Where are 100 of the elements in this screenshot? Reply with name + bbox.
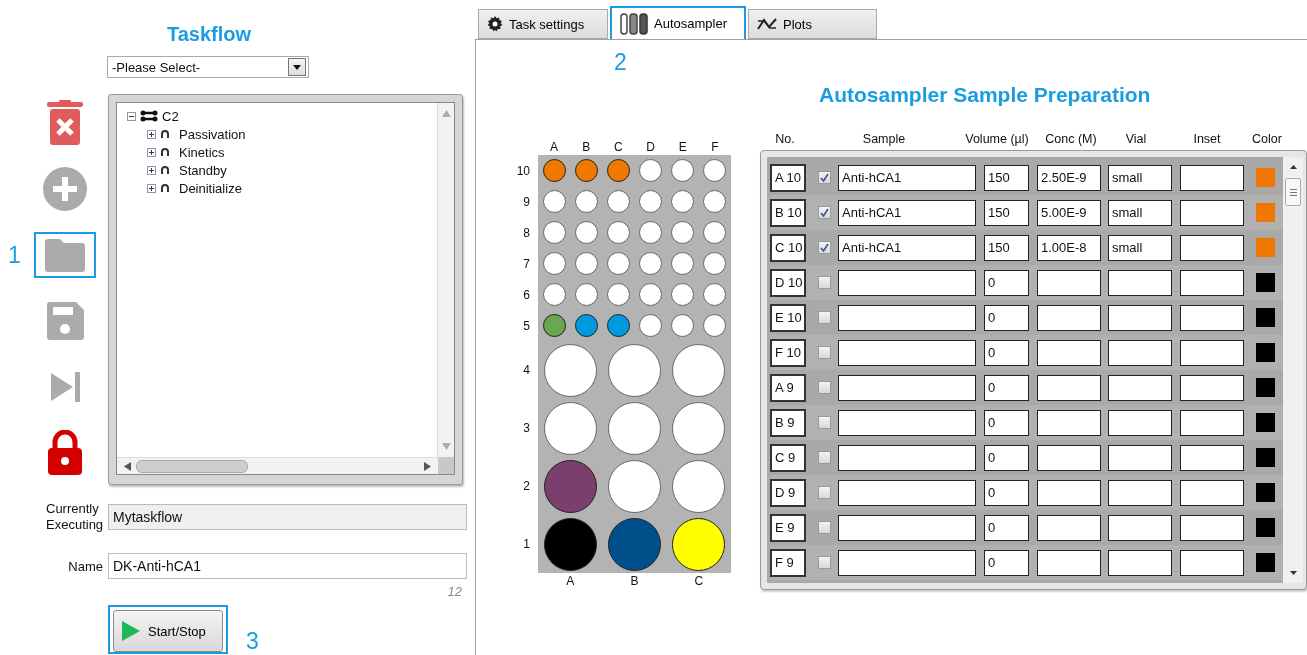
color-swatch[interactable] <box>1256 238 1275 257</box>
input-field[interactable]: 0 <box>984 339 1029 366</box>
scroll-right-icon[interactable] <box>423 461 432 471</box>
input-field[interactable]: 150 <box>984 234 1029 261</box>
well[interactable] <box>542 283 566 306</box>
color-swatch[interactable] <box>1256 168 1275 187</box>
well[interactable] <box>671 314 695 337</box>
well[interactable] <box>606 221 630 244</box>
input-field[interactable]: DK-Anti-hCA1 <box>108 553 467 579</box>
well[interactable] <box>671 283 695 306</box>
checkbox[interactable] <box>818 521 831 534</box>
input-field[interactable] <box>838 304 976 331</box>
well[interactable] <box>606 190 630 213</box>
input-field[interactable] <box>1180 374 1244 401</box>
input-field[interactable]: 0 <box>984 269 1029 296</box>
well[interactable] <box>606 159 630 182</box>
checkbox[interactable] <box>818 206 831 219</box>
scrollbar[interactable] <box>117 457 438 474</box>
input-field[interactable] <box>1180 199 1244 226</box>
tree-item[interactable]: Standby <box>179 162 227 178</box>
tool-button[interactable] <box>34 232 96 278</box>
input-field[interactable]: 0 <box>984 479 1029 506</box>
input-field[interactable]: Anti-hCA1 <box>838 164 976 191</box>
input-field[interactable] <box>838 374 976 401</box>
checkbox[interactable] <box>818 416 831 429</box>
input-field[interactable] <box>838 269 976 296</box>
input-field[interactable] <box>1037 374 1101 401</box>
well[interactable] <box>574 159 598 182</box>
input-field[interactable] <box>838 409 976 436</box>
input-field[interactable]: small <box>1108 199 1172 226</box>
well[interactable] <box>542 159 566 182</box>
input-field[interactable] <box>838 444 976 471</box>
tab[interactable]: Plots <box>748 9 877 39</box>
color-swatch[interactable] <box>1256 553 1275 572</box>
input-field[interactable] <box>1108 444 1172 471</box>
input-field[interactable] <box>1108 479 1172 506</box>
input-field[interactable] <box>1180 514 1244 541</box>
input-field[interactable] <box>1180 444 1244 471</box>
well[interactable] <box>542 190 566 213</box>
tree-item[interactable]: C2 <box>162 108 179 124</box>
input-field[interactable] <box>1108 514 1172 541</box>
input-field[interactable]: 0 <box>984 444 1029 471</box>
well[interactable] <box>639 252 663 275</box>
well[interactable] <box>703 314 727 337</box>
input-field[interactable] <box>1180 479 1244 506</box>
color-swatch[interactable] <box>1256 203 1275 222</box>
checkbox[interactable] <box>818 241 831 254</box>
well[interactable] <box>542 314 566 337</box>
input-field[interactable]: 5.00E-9 <box>1037 199 1101 226</box>
input-field[interactable] <box>1037 444 1101 471</box>
well[interactable] <box>542 221 566 244</box>
well[interactable] <box>703 283 727 306</box>
input-field[interactable] <box>1180 269 1244 296</box>
well[interactable] <box>703 252 727 275</box>
well[interactable] <box>639 190 663 213</box>
input-field[interactable]: Anti-hCA1 <box>838 234 976 261</box>
input-field[interactable]: 2.50E-9 <box>1037 164 1101 191</box>
collapse-icon[interactable] <box>127 111 136 121</box>
well[interactable] <box>606 252 630 275</box>
well[interactable] <box>542 252 566 275</box>
well[interactable] <box>671 221 695 244</box>
well[interactable] <box>639 314 663 337</box>
input-field[interactable]: 0 <box>984 514 1029 541</box>
checkbox[interactable] <box>818 381 831 394</box>
input-field[interactable]: Anti-hCA1 <box>838 199 976 226</box>
start-stop-button[interactable]: Start/Stop <box>113 610 223 652</box>
scroll-left-icon[interactable] <box>123 461 132 471</box>
well[interactable] <box>606 283 630 306</box>
color-swatch[interactable] <box>1256 308 1275 327</box>
tab[interactable]: Task settings <box>478 9 608 39</box>
well[interactable] <box>671 159 695 182</box>
checkbox[interactable] <box>818 276 831 289</box>
expand-icon[interactable] <box>147 183 156 193</box>
color-swatch[interactable] <box>1256 518 1275 537</box>
input-field[interactable] <box>1037 514 1101 541</box>
input-field[interactable] <box>1108 304 1172 331</box>
well[interactable] <box>574 283 598 306</box>
well[interactable] <box>639 221 663 244</box>
well[interactable] <box>703 221 727 244</box>
input-field[interactable] <box>1180 304 1244 331</box>
well[interactable] <box>574 190 598 213</box>
input-field[interactable]: small <box>1108 234 1172 261</box>
input-field[interactable] <box>1108 409 1172 436</box>
input-field[interactable] <box>1037 549 1101 576</box>
well[interactable] <box>703 190 727 213</box>
checkbox[interactable] <box>818 311 831 324</box>
input-field[interactable] <box>1180 164 1244 191</box>
well[interactable] <box>574 252 598 275</box>
checkbox[interactable] <box>818 556 831 569</box>
input-field[interactable] <box>1037 339 1101 366</box>
input-field[interactable] <box>1037 409 1101 436</box>
input-field[interactable]: 1.00E-8 <box>1037 234 1101 261</box>
scroll-down-icon[interactable] <box>1288 568 1298 577</box>
input-field[interactable]: 0 <box>984 374 1029 401</box>
input-field[interactable]: 150 <box>984 164 1029 191</box>
input-field[interactable]: small <box>1108 164 1172 191</box>
tree-item[interactable]: Deinitialize <box>179 180 242 196</box>
scroll-up-icon[interactable] <box>1288 163 1298 172</box>
input-field[interactable] <box>838 339 976 366</box>
input-field[interactable] <box>1037 479 1101 506</box>
